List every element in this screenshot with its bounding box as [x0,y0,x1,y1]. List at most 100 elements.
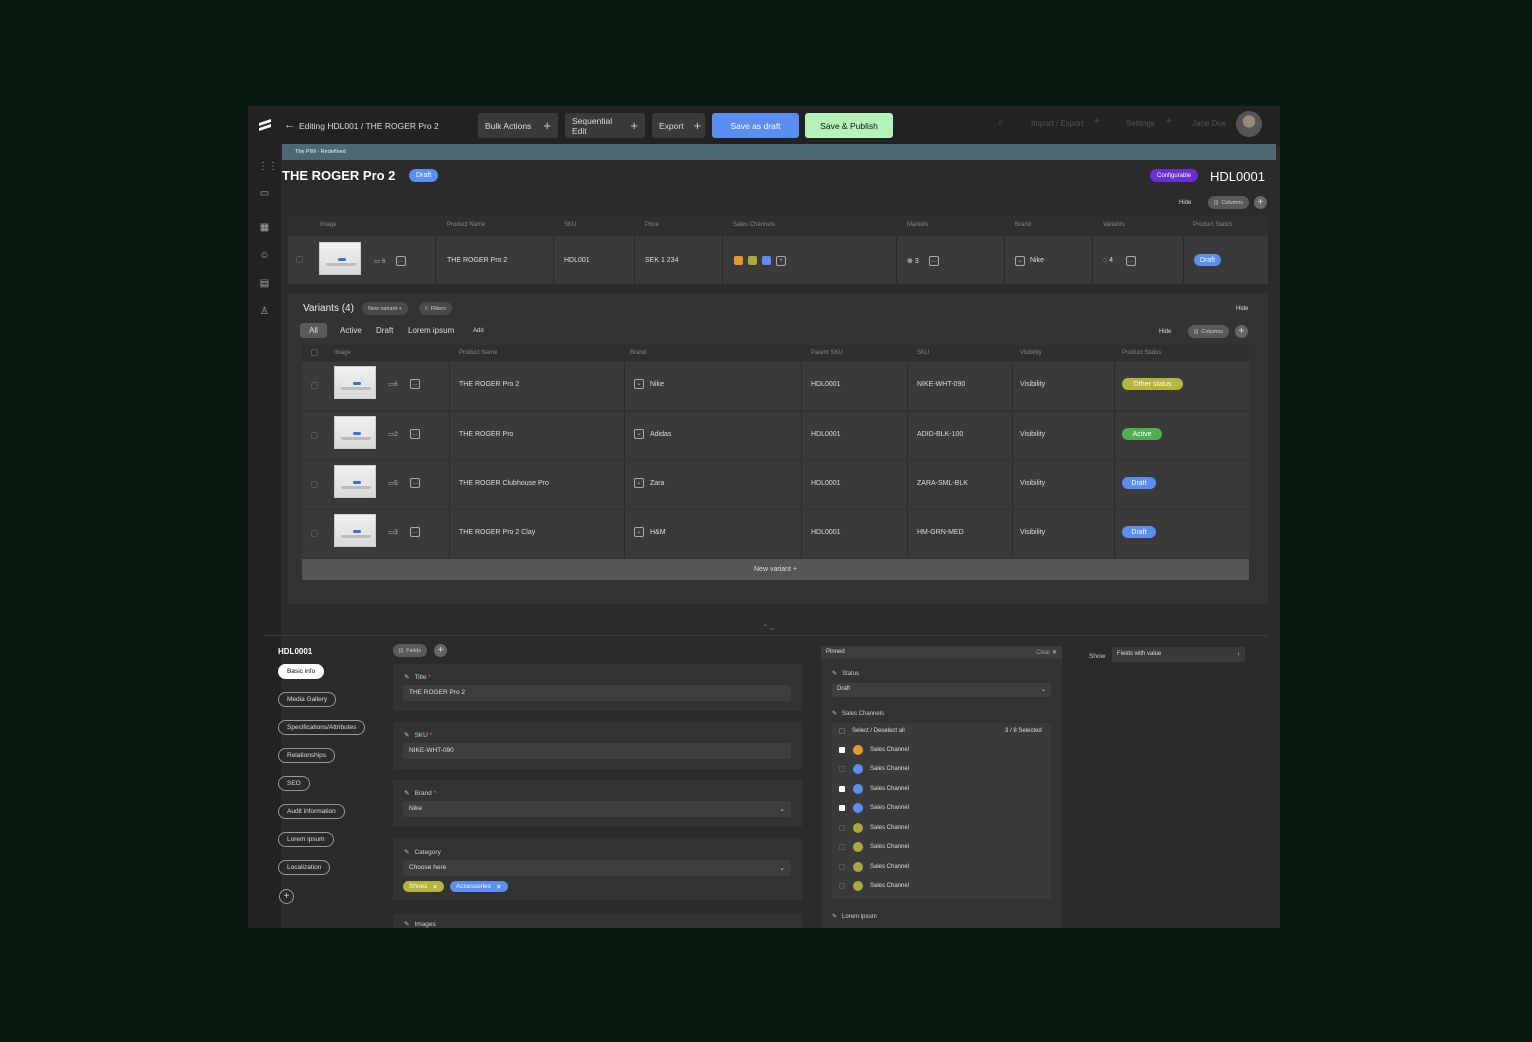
document-icon[interactable]: ▤ [258,277,271,290]
row-checkbox[interactable] [311,382,318,389]
back-arrow-icon[interactable]: ← [284,119,295,131]
plus-icon[interactable]: + [1094,116,1100,127]
add-column-button[interactable]: + [1235,325,1248,338]
save-as-draft-button[interactable]: Save as draft [712,113,799,138]
table-row[interactable]: ▭2 … THE ROGER Pro ⌄ Adidas HDL0001 ADID… [302,412,1249,460]
save-publish-button[interactable]: Save & Publish [805,113,893,138]
brand-dropdown-icon[interactable]: ⌄ [634,429,644,439]
pin-icon[interactable]: ✎ [404,921,409,928]
row-checkbox[interactable] [311,530,318,537]
close-icon[interactable]: ✕ [432,883,437,891]
brand-dropdown-icon[interactable]: ⌄ [634,478,644,488]
close-icon[interactable]: ✕ [496,883,501,891]
hide-button[interactable]: Hide [1179,200,1191,206]
select-all-row[interactable]: Select / Deselect all 3 / 8 Selected [832,723,1051,741]
nav-audit-information[interactable]: Audit information [278,804,345,819]
plus-icon[interactable]: + [1166,116,1172,127]
more-icon[interactable]: … [410,379,420,389]
more-icon[interactable]: … [929,256,939,266]
select-all-checkbox[interactable] [311,349,318,356]
brand-dropdown-icon[interactable]: ⌄ [634,527,644,537]
brand-dropdown-icon[interactable]: ⌄ [1015,256,1025,266]
export-button[interactable]: Export + [652,113,705,138]
list-item[interactable]: Sales Channel [832,742,1051,760]
nav-specifications[interactable]: Specifications/Attributes [278,720,366,735]
bulk-actions-button[interactable]: Bulk Actions + [478,113,558,138]
table-row[interactable]: ▭5 … THE ROGER Clubhouse Pro ⌄ Zara HDL0… [302,461,1249,509]
columns-button[interactable]: ||| Columns [1208,196,1249,209]
channel-checkbox[interactable] [839,786,845,792]
more-icon[interactable]: … [410,429,420,439]
fields-button[interactable]: ||| Fields [393,644,427,657]
list-item[interactable]: Sales Channel [832,859,1051,877]
logo-icon[interactable] [256,116,274,134]
search-icon[interactable]: ⌕ [998,117,1004,128]
variant-thumbnail[interactable] [334,416,376,449]
tag-shoes[interactable]: Shoes ✕ [403,881,444,892]
pin-icon[interactable]: ✎ [832,711,837,717]
row-checkbox[interactable] [311,432,318,439]
brand-select[interactable]: Nike ⌄ [403,801,791,817]
pin-icon[interactable]: ✎ [832,914,837,920]
nav-lorem-ipsum[interactable]: Lorem ipsum [278,832,334,847]
pin-icon[interactable]: ✎ [832,671,837,677]
more-icon[interactable]: … [410,527,420,537]
channel-checkbox[interactable] [839,844,845,850]
table-row[interactable]: ▭6 … THE ROGER Pro 2 ⌄ Nike HDL0001 NIKE… [302,362,1249,410]
avatar[interactable] [1236,111,1262,137]
add-tab-button[interactable]: Add [473,328,484,334]
new-variant-bar-button[interactable]: New variant + [302,559,1249,580]
new-variant-button[interactable]: New variant + [362,302,408,315]
dashboard-icon[interactable]: ▦ [258,221,271,234]
columns-button[interactable]: ||| Columns [1188,325,1229,338]
more-icon[interactable]: … [410,478,420,488]
channel-checkbox[interactable] [839,766,845,772]
add-channel-icon[interactable]: + [776,256,786,266]
add-section-button[interactable]: + [279,889,294,904]
list-item[interactable]: Sales Channel [832,878,1051,896]
import-export-menu[interactable]: Import / Export [1031,119,1083,128]
select-all-checkbox[interactable] [839,728,845,734]
hide-button[interactable]: Hide [1159,329,1171,335]
row-checkbox[interactable] [311,481,318,488]
show-select[interactable]: Fields with value ↓ [1112,647,1245,662]
box-icon[interactable]: ▭ [258,187,271,200]
brand-dropdown-icon[interactable]: ⌄ [634,379,644,389]
settings-menu[interactable]: Settings [1126,119,1155,128]
sequential-edit-button[interactable]: Sequential Edit + [565,113,645,138]
filters-button[interactable]: ◊ Filters [419,302,452,315]
list-item[interactable]: Sales Channel [832,839,1051,857]
sku-field[interactable]: NIKE-WHT-090 [403,743,791,759]
table-row[interactable]: ▭ 6 … THE ROGER Pro 2 HDL001 SEK 1 234 +… [288,236,1268,284]
row-checkbox[interactable] [296,256,303,263]
more-icon[interactable]: … [396,256,406,266]
channel-checkbox[interactable] [839,883,845,889]
pin-icon[interactable]: ✎ [404,732,409,739]
tab-all[interactable]: All [300,323,327,338]
channel-checkbox[interactable] [839,805,845,811]
nav-localization[interactable]: Localization [278,860,331,875]
channel-checkbox[interactable] [839,747,845,753]
tab-active[interactable]: Active [340,326,362,335]
clear-button[interactable]: Clear ✕ [1036,649,1057,656]
pin-icon[interactable]: ✎ [404,674,409,681]
variant-thumbnail[interactable] [334,366,376,399]
status-select[interactable]: Draft ⌄ [832,683,1051,697]
hide-variants-button[interactable]: Hide [1236,306,1248,312]
product-thumbnail[interactable] [319,242,361,275]
list-item[interactable]: Sales Channel [832,781,1051,799]
variant-thumbnail[interactable] [334,514,376,547]
list-item[interactable]: Sales Channel [832,820,1051,838]
list-item[interactable]: Sales Channel [832,800,1051,818]
grid-menu-icon[interactable]: ⋮⋮ [258,160,278,173]
user-icon[interactable]: ♙ [258,305,271,318]
category-select[interactable]: Choose here ⌄ [403,860,791,876]
tag-accessories[interactable]: Accessories ✕ [450,881,508,892]
more-icon[interactable]: … [1126,256,1136,266]
users-icon[interactable]: ☺ [258,249,271,262]
pin-icon[interactable]: ✎ [404,790,409,797]
variant-thumbnail[interactable] [334,465,376,498]
list-item[interactable]: Sales Channel [832,761,1051,779]
nav-relationships[interactable]: Relationships [278,748,336,763]
nav-seo[interactable]: SEO [278,776,310,791]
